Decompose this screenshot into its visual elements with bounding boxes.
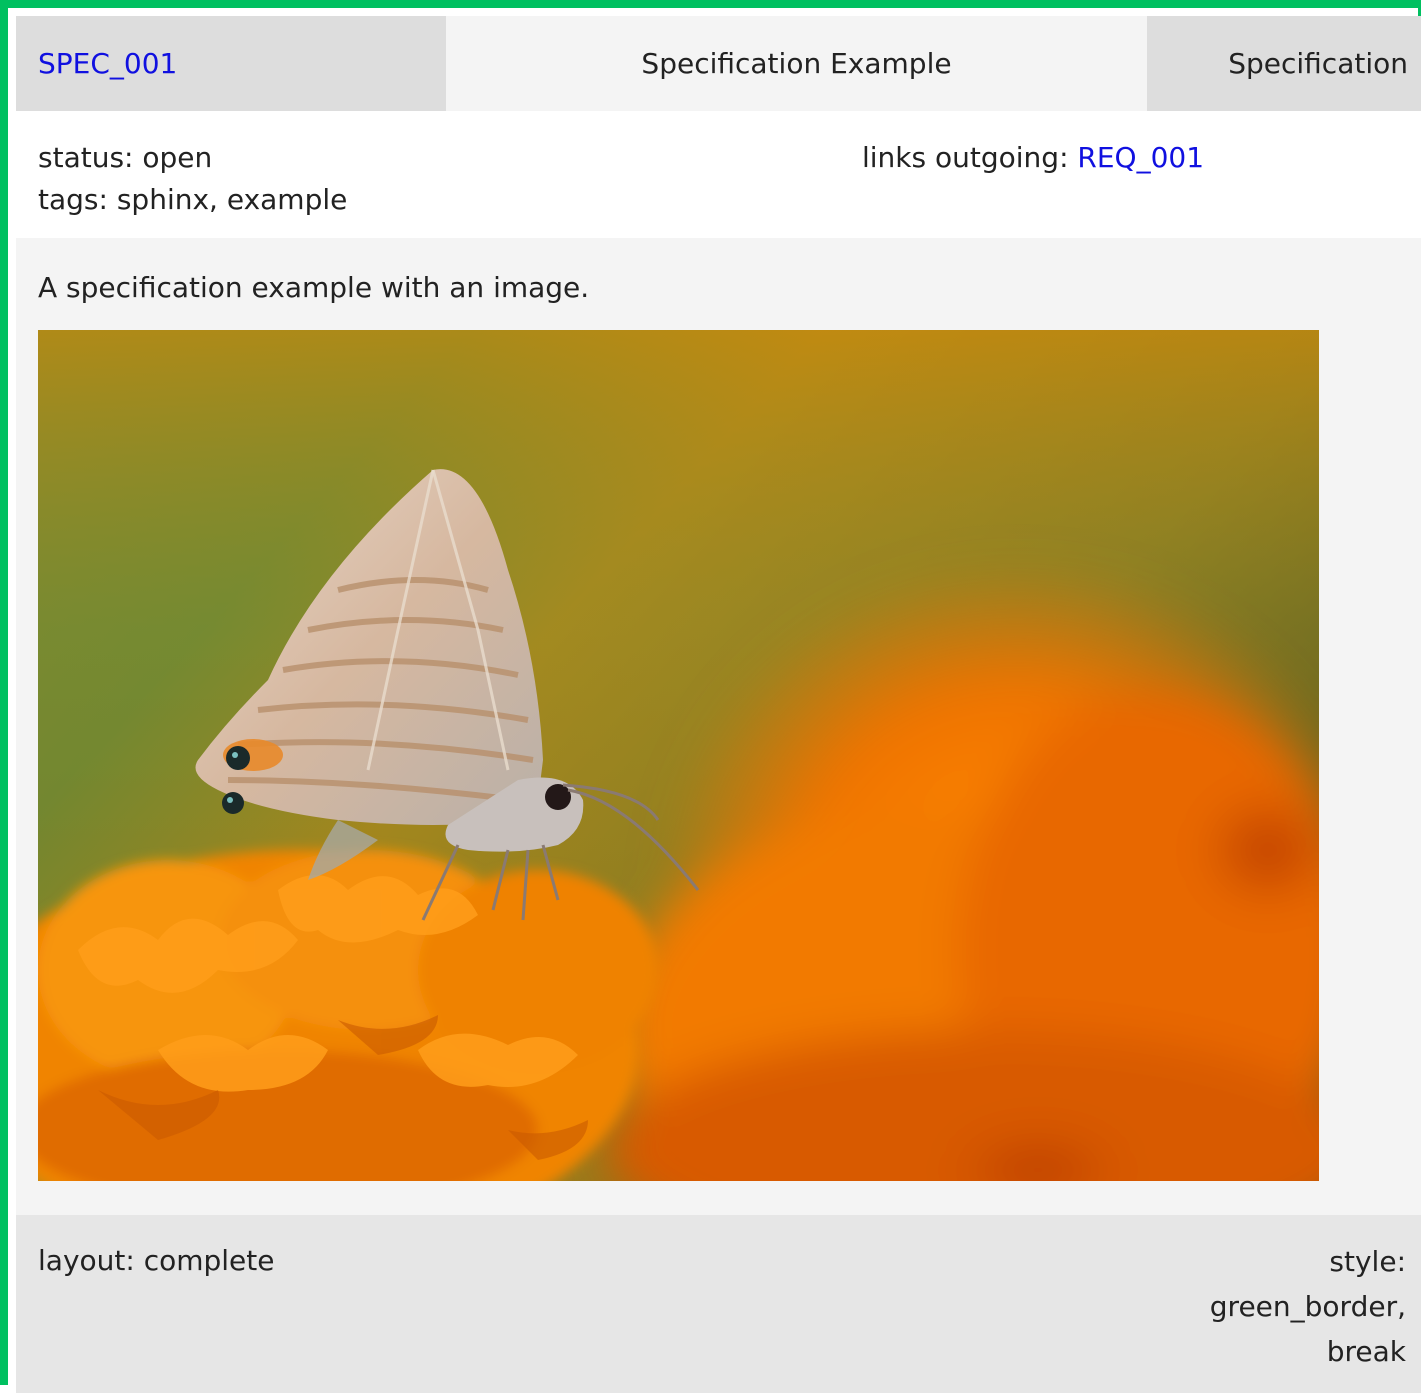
tags-label: tags: xyxy=(38,183,108,216)
need-meta: status: open tags: sphinx, example links… xyxy=(16,111,1421,238)
layout-label: layout: xyxy=(38,1244,135,1277)
need-card: SPEC_001 Specification Example Specifica… xyxy=(0,0,1421,1393)
need-id-cell: SPEC_001 xyxy=(16,16,446,111)
need-title-cell: Specification Example xyxy=(446,16,1147,111)
links-outgoing-link[interactable]: REQ_001 xyxy=(1077,141,1204,174)
status-label: status: xyxy=(38,141,134,174)
need-type-cell: Specification xyxy=(1147,16,1421,111)
layout-line: layout: complete xyxy=(38,1247,275,1275)
need-header: SPEC_001 Specification Example Specifica… xyxy=(16,16,1421,111)
style-value-2: break xyxy=(1326,1335,1406,1368)
need-title: Specification Example xyxy=(641,47,952,80)
links-outgoing-label: links outgoing: xyxy=(862,141,1069,174)
tags-value: sphinx, example xyxy=(116,183,348,216)
butterfly-image xyxy=(38,330,1319,1181)
need-description: A specification example with an image. xyxy=(38,271,590,304)
need-type: Specification xyxy=(1228,47,1408,80)
need-content: A specification example with an image. xyxy=(16,238,1421,1215)
status-value: open xyxy=(142,141,213,174)
need-footer: layout: complete style: green_border, br… xyxy=(16,1215,1421,1393)
style-value-1: green_border, xyxy=(1209,1290,1406,1323)
links-outgoing-line: links outgoing: REQ_001 xyxy=(862,144,1204,172)
tags-line: tags: sphinx, example xyxy=(38,186,347,214)
style-block: style: green_border, break xyxy=(1210,1239,1406,1374)
style-label: style: xyxy=(1329,1245,1406,1278)
status-line: status: open xyxy=(38,144,212,172)
layout-value: complete xyxy=(143,1244,275,1277)
need-id-link[interactable]: SPEC_001 xyxy=(38,47,177,80)
